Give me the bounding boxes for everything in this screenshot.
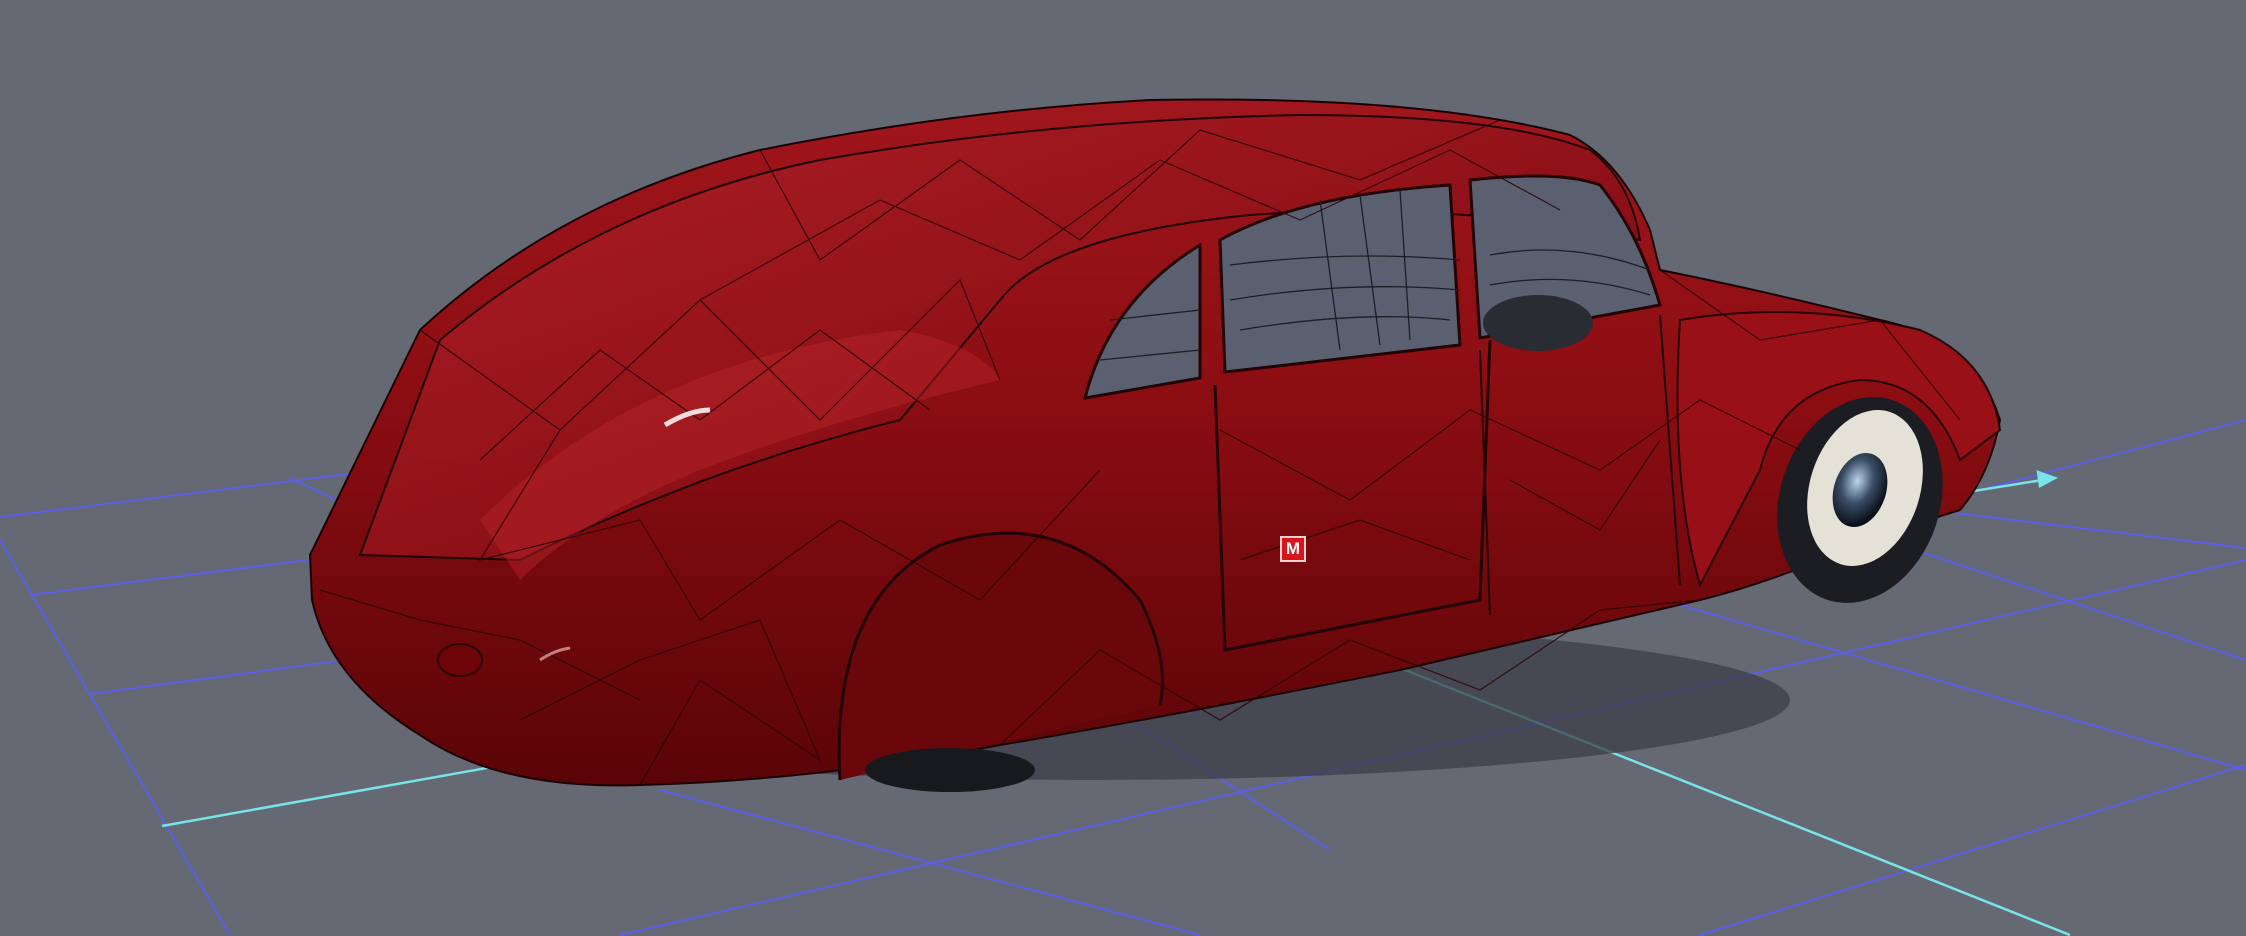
material-marker-icon[interactable]: M [1280,536,1306,562]
steering-wheel [1483,295,1593,351]
rear-tire [865,748,1035,792]
scene-canvas[interactable] [0,0,2246,936]
tail-light [437,643,483,677]
3d-viewport[interactable]: M [0,0,2246,936]
